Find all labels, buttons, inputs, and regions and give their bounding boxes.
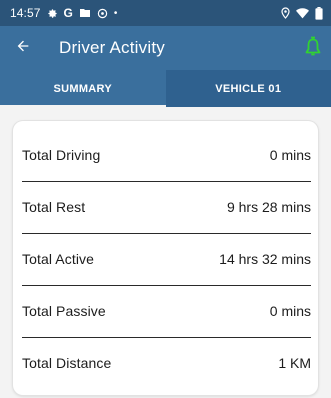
status-bar: 14:57 G • — [0, 0, 331, 26]
summary-row-value: 0 mins — [269, 147, 311, 163]
tab-vehicle-label: VEHICLE 01 — [215, 82, 282, 95]
tab-summary[interactable]: SUMMARY — [0, 70, 166, 107]
summary-row-total-rest: Total Rest 9 hrs 28 mins — [22, 181, 311, 234]
folder-icon — [79, 8, 91, 18]
summary-row-value: 1 KM — [278, 355, 311, 371]
wifi-icon — [296, 7, 309, 19]
page-title: Driver Activity — [59, 38, 165, 57]
back-button[interactable] — [1, 26, 45, 70]
summary-row-label: Total Distance — [22, 355, 112, 371]
tab-bar: SUMMARY VEHICLE 01 — [0, 70, 331, 107]
summary-row-label: Total Driving — [22, 147, 101, 163]
app-bar: Driver Activity — [0, 26, 331, 70]
shield-cog-icon — [97, 8, 108, 19]
summary-row-total-driving: Total Driving 0 mins — [22, 129, 311, 182]
notification-button[interactable] — [300, 34, 326, 62]
summary-row-value: 9 hrs 28 mins — [226, 199, 311, 215]
battery-icon — [315, 6, 323, 20]
summary-row-value: 0 mins — [269, 303, 311, 319]
summary-row-total-active: Total Active 14 hrs 32 mins — [22, 233, 311, 286]
tab-vehicle[interactable]: VEHICLE 01 — [165, 70, 331, 107]
summary-row-value: 14 hrs 32 mins — [219, 251, 311, 267]
gear-icon — [47, 8, 58, 19]
summary-card: Total Driving 0 mins Total Rest 9 hrs 28… — [13, 121, 318, 395]
location-icon — [281, 7, 290, 19]
summary-row-label: Total Passive — [22, 303, 106, 319]
summary-row-label: Total Rest — [22, 199, 86, 215]
arrow-left-icon — [15, 38, 31, 59]
bell-icon — [305, 35, 321, 62]
dot-icon: • — [113, 7, 118, 19]
status-right-group — [281, 0, 323, 26]
summary-row-total-distance: Total Distance 1 KM — [22, 337, 311, 389]
status-left-group: 14:57 G • — [0, 6, 117, 20]
summary-row-label: Total Active — [22, 251, 95, 267]
google-g-icon: G — [63, 6, 73, 20]
tab-summary-label: SUMMARY — [53, 82, 113, 95]
summary-row-total-passive: Total Passive 0 mins — [22, 285, 311, 338]
status-time: 14:57 — [10, 6, 41, 20]
